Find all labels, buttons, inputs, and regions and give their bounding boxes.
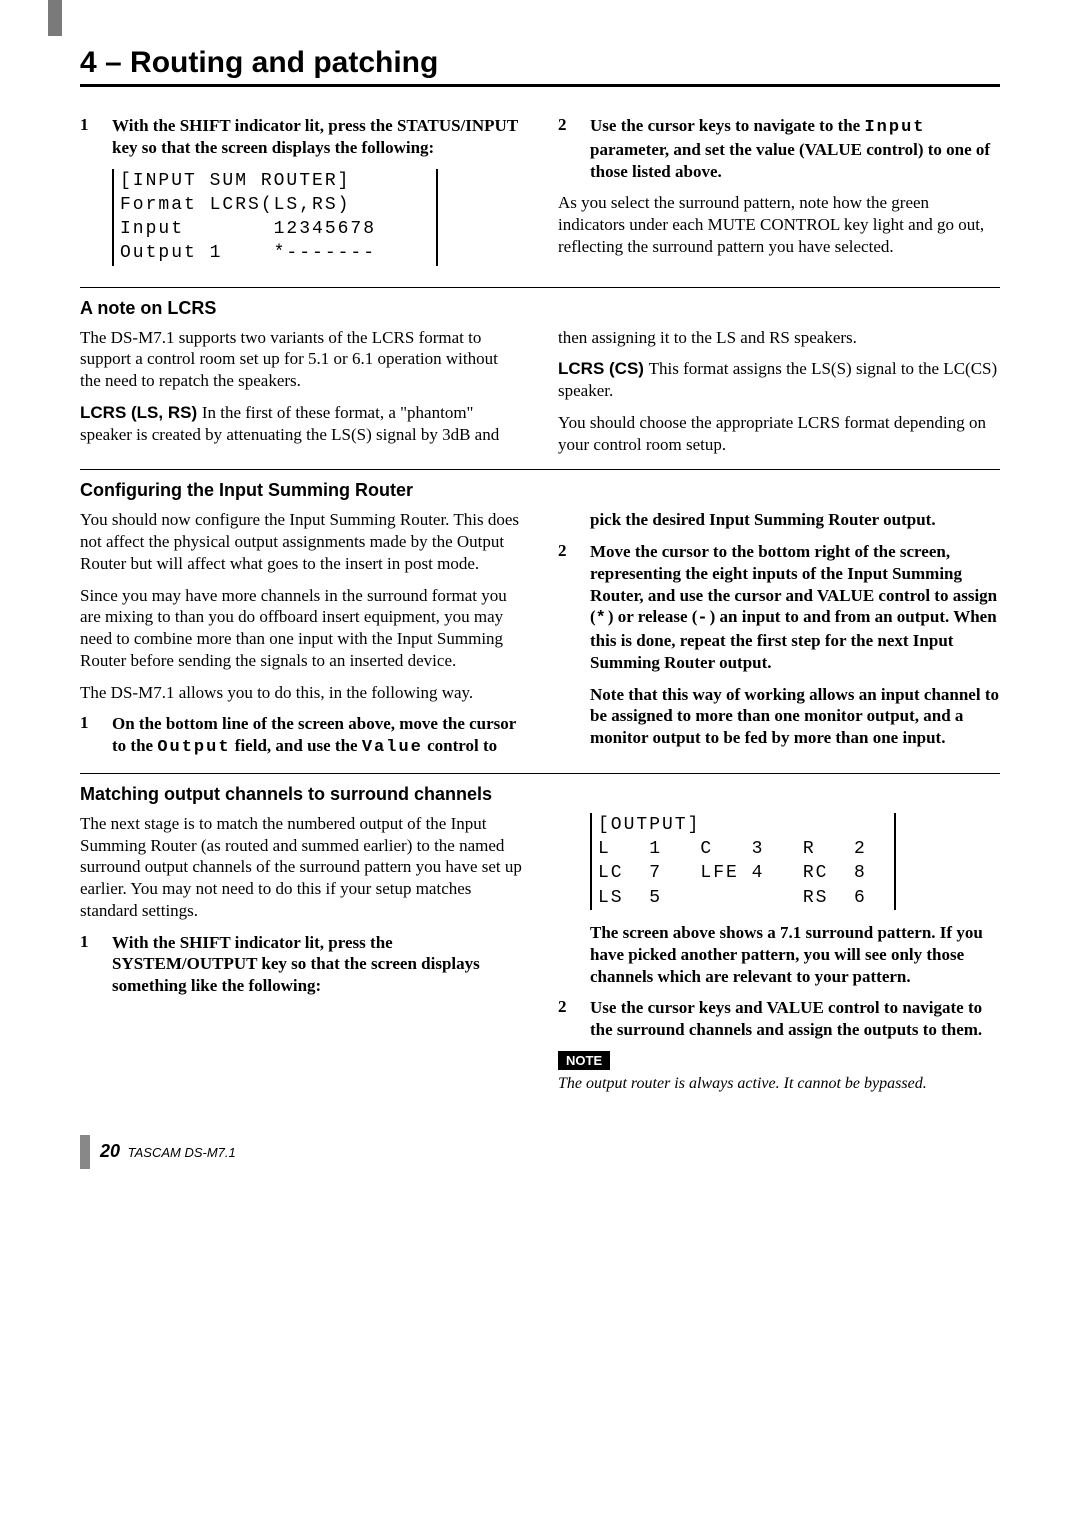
step-text: With the SHIFT indicator lit, press the … — [112, 115, 522, 159]
side-tab — [48, 0, 62, 36]
step-number — [558, 922, 590, 987]
section-lcrs-columns: The DS-M7.1 supports two variants of the… — [80, 327, 1000, 456]
section-intro-columns: 1 With the SHIFT indicator lit, press th… — [80, 115, 1000, 273]
step-text: Use the cursor keys and VALUE control to… — [590, 997, 1000, 1041]
subheading-lcrs: A note on LCRS — [80, 298, 1000, 319]
paragraph: Since you may have more channels in the … — [80, 585, 522, 672]
paragraph: You should now configure the Input Summi… — [80, 509, 522, 574]
step-number: 2 — [558, 115, 590, 182]
step-2: 2 Use the cursor keys to navigate to the… — [558, 115, 1000, 182]
page-footer: 20 TASCAM DS-M7.1 — [80, 1135, 1000, 1169]
paragraph: You should choose the appropriate LCRS f… — [558, 412, 1000, 456]
footer-bar — [80, 1135, 90, 1169]
note-block: NOTE The output router is always active.… — [558, 1051, 1000, 1095]
note-badge: NOTE — [558, 1051, 610, 1070]
step-text: With the SHIFT indicator lit, press the … — [112, 932, 522, 997]
subheading-matching: Matching output channels to surround cha… — [80, 784, 1000, 805]
paragraph: LCRS (CS) This format assigns the LS(S) … — [558, 358, 1000, 402]
step-number: 2 — [558, 541, 590, 749]
divider — [80, 287, 1000, 288]
lcd-input-sum-router: [INPUT SUM ROUTER] Format LCRS(LS,RS) In… — [112, 169, 438, 266]
paragraph: As you select the surround pattern, note… — [558, 192, 1000, 257]
section-matching-columns: The next stage is to match the numbered … — [80, 813, 1000, 1095]
chapter-heading: 4 – Routing and patching — [80, 40, 1000, 87]
section-configuring-columns: You should now configure the Input Summi… — [80, 509, 1000, 759]
step-number: 2 — [558, 997, 590, 1041]
paragraph: The DS-M7.1 supports two variants of the… — [80, 327, 522, 392]
step-text: Move the cursor to the bottom right of t… — [590, 541, 1000, 749]
step-text: Use the cursor keys to navigate to the I… — [590, 115, 1000, 182]
step-2: 2 Move the cursor to the bottom right of… — [558, 541, 1000, 749]
paragraph: The DS-M7.1 allows you to do this, in th… — [80, 682, 522, 704]
step-number: 1 — [80, 932, 112, 997]
footer-text: 20 TASCAM DS-M7.1 — [100, 1141, 236, 1162]
note-text: The output router is always active. It c… — [558, 1074, 1000, 1095]
page-number: 20 — [100, 1141, 120, 1161]
model-name: TASCAM DS-M7.1 — [124, 1145, 236, 1160]
step-2: 2 Use the cursor keys and VALUE control … — [558, 997, 1000, 1041]
divider — [80, 469, 1000, 470]
subheading-configuring: Configuring the Input Summing Router — [80, 480, 1000, 501]
step-1: 1 With the SHIFT indicator lit, press th… — [80, 932, 522, 997]
paragraph: The next stage is to match the numbered … — [80, 813, 522, 922]
page: 4 – Routing and patching 1 With the SHIF… — [0, 0, 1080, 1209]
step-number: 1 — [80, 115, 112, 159]
lcd-output: [OUTPUT] L 1 C 3 R 2 LC 7 LFE 4 RC 8 LS … — [590, 813, 896, 910]
divider — [80, 773, 1000, 774]
step-1: 1 With the SHIFT indicator lit, press th… — [80, 115, 522, 159]
step-text: The screen above shows a 7.1 surround pa… — [590, 922, 1000, 987]
step-1-continued: The screen above shows a 7.1 surround pa… — [558, 922, 1000, 987]
